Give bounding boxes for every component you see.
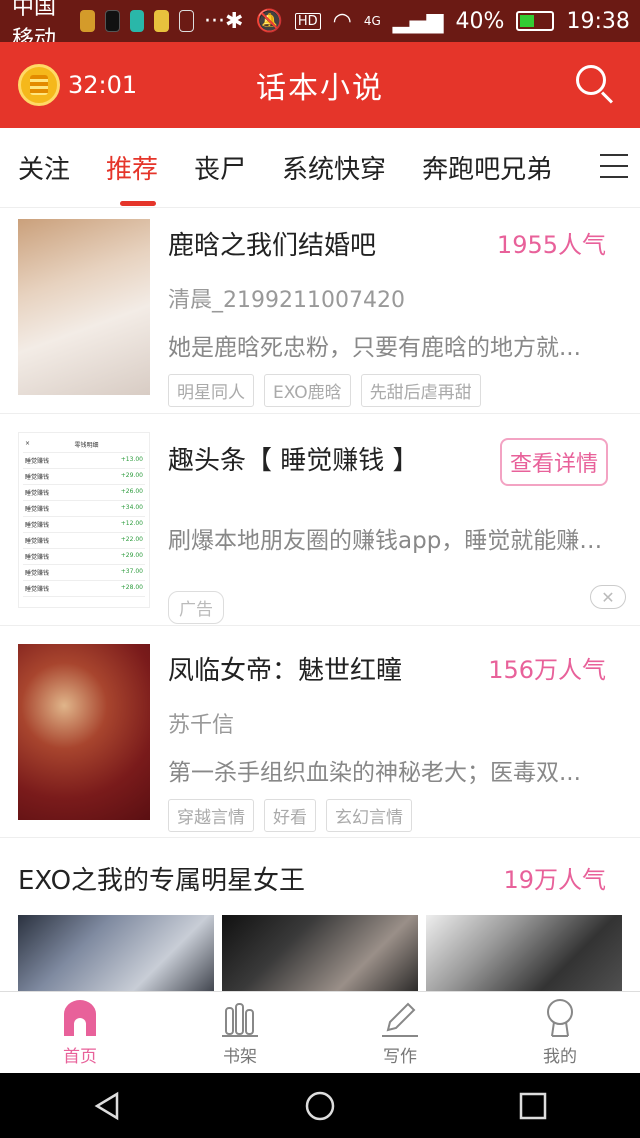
emoji-app-icon [154,10,169,32]
tag[interactable]: 明星同人 [168,374,254,407]
butterfly-icon [178,10,195,32]
nav-profile[interactable]: 我的 [510,998,610,1067]
bluetooth-icon: ✱ [225,8,244,34]
book-description: 她是鹿晗死忠粉，只要有鹿晗的地方就... [168,335,581,361]
book-card[interactable]: 鹿晗之我们结婚吧 1955人气 清晨_2199211007420 她是鹿晗死忠粉… [0,208,640,414]
featured-image [426,915,622,991]
back-icon[interactable] [91,1090,123,1122]
author-name: 清晨_2199211007420 [168,288,405,313]
app-header: 32:01 话本小说 [0,42,640,128]
popularity-count: 1955人气 [496,231,606,259]
close-ad-icon[interactable]: ✕ [590,585,626,609]
signal-icon: ▂▄▆ [392,8,444,34]
thumb-header: 零钱明细 [74,442,99,449]
category-tabs: 关注 推荐 丧尸 系统快穿 奔跑吧兄弟 [0,128,640,208]
pencil-icon [382,1002,418,1037]
clock: 19:38 [566,8,630,34]
featured-popularity: 19万人气 [503,866,606,894]
tab-running-man[interactable]: 奔跑吧兄弟 [404,128,552,208]
tag[interactable]: 玄幻言情 [326,799,412,832]
ad-label: 广告 [168,591,224,624]
nav-write[interactable]: 写作 [350,998,450,1067]
ad-description: 刷爆本地朋友圈的赚钱app，睡觉就能赚钱! [168,528,608,554]
tab-follow[interactable]: 关注 [0,128,70,208]
book-card[interactable]: 凤临女帝：魅世红瞳 156万人气 苏千信 第一杀手组织血染的神秘老大；医毒双..… [0,626,640,838]
chat-icon [129,10,145,32]
coin-alarm-icon [18,64,60,106]
wifi-icon: ◠ [332,8,352,34]
app-title: 话本小说 [256,71,384,106]
reading-timer[interactable]: 32:01 [18,64,137,106]
tiktok-icon [104,10,120,32]
popularity-count: 156万人气 [488,656,606,684]
nav-label: 书架 [223,1047,257,1067]
home-button-icon[interactable] [304,1090,336,1122]
hd-icon: HD [294,12,321,30]
tag[interactable]: 穿越言情 [168,799,254,832]
tag[interactable]: 先甜后虐再甜 [360,374,481,407]
system-nav-bar [0,1073,640,1138]
book-description: 第一杀手组织血染的神秘老大；医毒双... [168,760,581,786]
tab-recommended[interactable]: 推荐 [88,128,158,208]
nav-label: 写作 [383,1047,417,1067]
menu-icon[interactable] [600,154,628,180]
featured-image [222,915,418,991]
home-icon [64,1000,96,1036]
tag[interactable]: EXO鹿晗 [264,374,351,407]
battery-percent: 40% [455,8,505,34]
recents-icon[interactable] [517,1090,549,1122]
featured-image [18,915,214,991]
app-notification-icon [80,10,95,32]
mute-icon: 🔕 [255,8,283,34]
search-icon[interactable] [576,65,616,105]
tag[interactable]: 好看 [264,799,316,832]
bookshelf-icon [222,1003,258,1037]
nav-bookshelf[interactable]: 书架 [190,998,290,1067]
battery-icon [516,11,555,31]
view-details-button[interactable]: 查看详情 [499,438,608,486]
ad-thumbnail: × 零钱明细 睡觉赚钱 +13.00 睡觉赚钱 +29.00 睡觉赚钱 +26.00 睡… [18,432,150,608]
network-type: 4G [363,14,381,28]
profile-icon [547,999,573,1037]
tab-zombie[interactable]: 丧尸 [176,128,246,208]
featured-book[interactable]: EXO之我的专属明星女王 19万人气 [0,838,640,991]
more-notifications-icon: ··· [204,8,226,34]
nav-label: 首页 [63,1047,97,1067]
ad-card[interactable]: × 零钱明细 睡觉赚钱 +13.00 睡觉赚钱 +29.00 睡觉赚钱 +26.00 睡… [0,414,640,626]
nav-home[interactable]: 首页 [30,998,130,1067]
book-cover-image [18,219,150,395]
bottom-nav: 首页 书架 写作 我的 [0,991,640,1073]
feed: 鹿晗之我们结婚吧 1955人气 清晨_2199211007420 她是鹿晗死忠粉… [0,208,640,991]
nav-label: 我的 [543,1047,577,1067]
tab-system-quick-travel[interactable]: 系统快穿 [264,128,386,208]
status-bar: 中国移动 ··· ✱ 🔕 HD ◠ 4G ▂▄▆ 40% 19:38 [0,0,640,52]
author-name: 苏千信 [168,713,235,738]
featured-images [18,915,622,991]
timer-text: 32:01 [68,71,138,99]
book-cover-image [18,644,150,820]
